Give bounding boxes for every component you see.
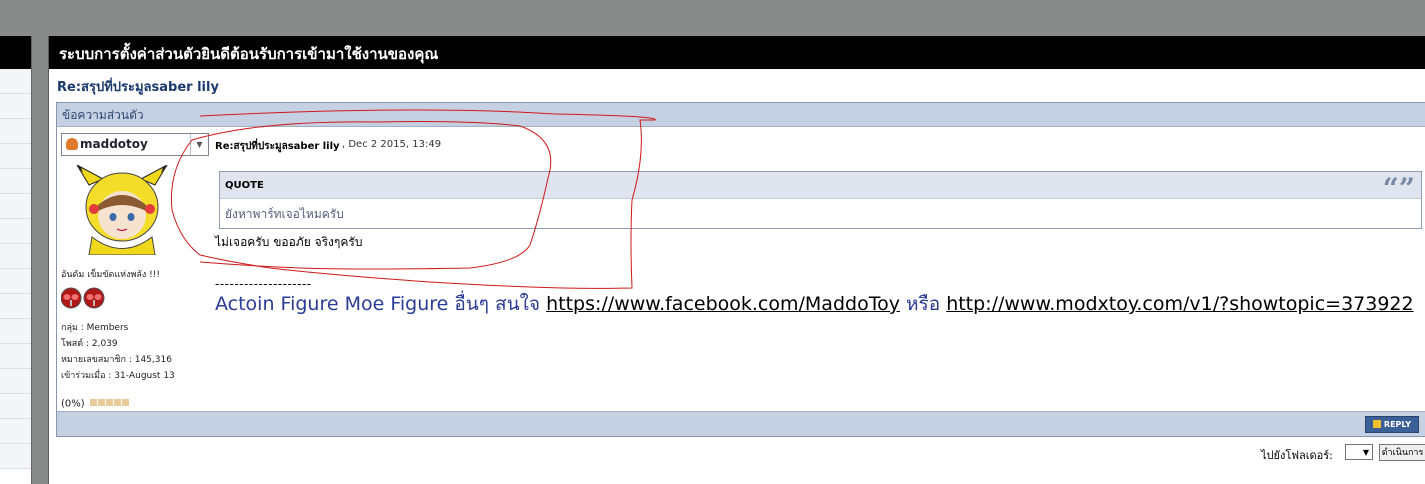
quote-box: QUOTE “” ยังหาพาร์ทเจอไหมครับ <box>219 171 1422 229</box>
reply-button[interactable]: REPLY <box>1365 416 1419 433</box>
left-sidebar-row[interactable] <box>0 219 31 244</box>
panel-header: ข้อความส่วนตัว <box>57 103 1425 127</box>
left-sidebar-row[interactable] <box>0 294 31 319</box>
post-title: Re:สรุปที่ประมูลsaber lily <box>215 141 340 152</box>
author-info: อันดัม เข็มขัดแห่งพลัง !!! กลุ่ม : Membe… <box>60 267 175 410</box>
author-member-no: หมายเลขสมาชิก : 145,316 <box>61 355 172 365</box>
folder-jump-label: ไปยังโฟลเดอร์: <box>1261 449 1333 462</box>
left-sidebar <box>0 36 32 484</box>
avatar <box>67 163 177 256</box>
left-sidebar-row[interactable] <box>0 169 31 194</box>
quote-marks-icon: “” <box>1382 172 1415 205</box>
folder-select[interactable]: ▼ <box>1345 444 1373 460</box>
quote-text: ยังหาพาร์ทเจอไหมครับ <box>225 207 344 221</box>
left-sidebar-row[interactable] <box>0 419 31 444</box>
left-sidebar-row[interactable] <box>0 444 31 469</box>
quote-label: QUOTE <box>220 172 1421 199</box>
left-sidebar-header <box>0 36 31 69</box>
left-sidebar-row[interactable] <box>0 69 31 94</box>
warn-level: (0%) <box>61 398 175 410</box>
author-group: กลุ่ม : Members <box>61 323 129 333</box>
author-name[interactable]: maddotoy <box>80 137 148 151</box>
user-icon <box>66 138 78 150</box>
author-rank: อันดัม เข็มขัดแห่งพลัง !!! <box>61 270 161 280</box>
left-sidebar-row[interactable] <box>0 369 31 394</box>
rank-icons <box>60 286 175 310</box>
signature-separator: -------------------- <box>215 277 312 291</box>
left-sidebar-row[interactable] <box>0 319 31 344</box>
signature: Actoin Figure Moe Figure อื่นๆ สนใจ http… <box>215 293 1423 315</box>
gutter <box>32 36 48 484</box>
signature-link-modxtoy[interactable]: http://www.modxtoy.com/v1/?showtopic=373… <box>946 293 1413 315</box>
reply-text: ไม่เจอครับ ขออภัย จริงๆครับ <box>215 235 363 249</box>
avatar-icon <box>75 163 169 256</box>
left-sidebar-row[interactable] <box>0 194 31 219</box>
left-sidebar-row[interactable] <box>0 269 31 294</box>
signature-link-facebook[interactable]: https://www.facebook.com/MaddoToy <box>546 293 900 315</box>
top-bar <box>0 0 1425 36</box>
left-sidebar-row[interactable] <box>0 94 31 119</box>
author-dropdown[interactable]: maddotoy ▼ <box>61 133 209 156</box>
chevron-down-icon[interactable]: ▼ <box>190 134 208 155</box>
page-title: ระบบการตั้งค่าส่วนตัวยินดีต้อนรับการเข้า… <box>49 36 1425 69</box>
left-sidebar-row[interactable] <box>0 344 31 369</box>
left-sidebar-row[interactable] <box>0 394 31 419</box>
post-date: , Dec 2 2015, 13:49 <box>342 139 442 150</box>
author-posts: โพสต์ : 2,039 <box>61 339 118 349</box>
chevron-down-icon: ▼ <box>1362 448 1369 457</box>
left-sidebar-row[interactable] <box>0 119 31 144</box>
post-header: Re:สรุปที่ประมูลsaber lily , Dec 2 2015,… <box>213 132 1423 155</box>
rider-mask-icon <box>60 287 105 309</box>
topic-title[interactable]: Re:สรุปที่ประมูลsaber lily <box>57 76 219 97</box>
left-sidebar-row[interactable] <box>0 244 31 269</box>
reply-button-label: REPLY <box>1383 420 1412 429</box>
author-joined: เข้าร่วมเมื่อ : 31-August 13 <box>61 371 175 381</box>
signature-lead: Actoin Figure Moe Figure อื่นๆ สนใจ <box>215 293 541 315</box>
left-sidebar-row[interactable] <box>0 144 31 169</box>
panel-footer: REPLY <box>57 411 1425 436</box>
reply-icon <box>1372 420 1381 428</box>
warn-bar <box>89 398 129 409</box>
main-content: ระบบการตั้งค่าส่วนตัวยินดีต้อนรับการเข้า… <box>48 36 1425 484</box>
warn-level-text[interactable]: (0%) <box>61 399 85 410</box>
signature-or: หรือ <box>906 293 941 315</box>
message-panel: ข้อความส่วนตัว maddotoy ▼ Re:สรุปที่ประม… <box>56 102 1425 437</box>
folder-go-button[interactable]: ดำเนินการ <box>1379 444 1425 461</box>
